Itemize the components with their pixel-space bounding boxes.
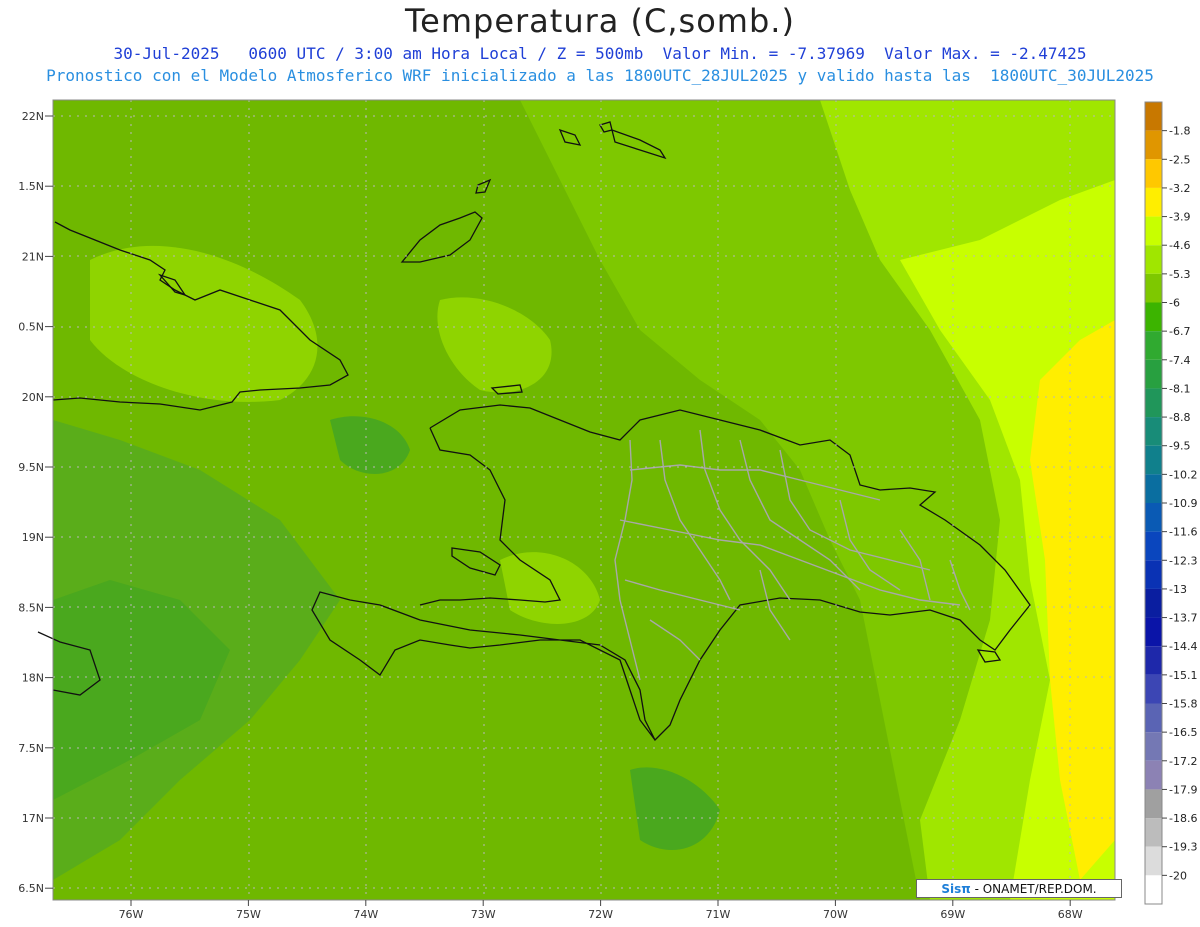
colorbar-swatch	[1145, 445, 1162, 475]
colorbar-swatch	[1145, 273, 1162, 303]
colorbar-label: -8.1	[1169, 382, 1190, 395]
lat-label: 0.5N	[18, 321, 44, 334]
colorbar-swatch	[1145, 531, 1162, 561]
colorbar-label: -8.8	[1169, 411, 1190, 424]
colorbar-swatch	[1145, 846, 1162, 876]
colorbar-swatch	[1145, 388, 1162, 418]
colorbar-swatch	[1145, 732, 1162, 761]
colorbar-label: -13	[1169, 583, 1187, 596]
lat-label: 6.5N	[18, 882, 44, 895]
colorbar-swatch	[1145, 102, 1162, 131]
lat-label: 17N	[22, 812, 44, 825]
colorbar-label: -11.6	[1169, 526, 1197, 539]
colorbar-swatch	[1145, 474, 1162, 503]
lon-label: 69W	[940, 908, 965, 921]
colorbar-label: -16.5	[1169, 726, 1197, 739]
colorbar-swatch	[1145, 703, 1162, 733]
lon-label: 75W	[236, 908, 261, 921]
colorbar-swatch	[1145, 875, 1162, 904]
colorbar-label: -17.2	[1169, 755, 1197, 768]
lon-label: 76W	[119, 908, 144, 921]
colorbar-swatch	[1145, 417, 1162, 446]
lat-label: 8.5N	[18, 601, 44, 614]
colorbar-label: -2.5	[1169, 153, 1190, 166]
colorbar-label: -14.4	[1169, 640, 1197, 653]
colorbar-swatch	[1145, 588, 1162, 618]
colorbar-label: -19.3	[1169, 841, 1197, 854]
colorbar-label: -17.9	[1169, 783, 1197, 796]
colorbar-swatch	[1145, 818, 1162, 847]
colorbar-label: -1.8	[1169, 125, 1190, 138]
lat-label: 21N	[22, 250, 44, 263]
colorbar-swatch	[1145, 674, 1162, 704]
lon-label: 72W	[588, 908, 613, 921]
colorbar-swatch	[1145, 302, 1162, 332]
colorbar-swatch	[1145, 159, 1162, 188]
colorbar-label: -15.8	[1169, 698, 1197, 711]
temperature-field	[53, 100, 1115, 900]
colorbar: -1.8 -2.5 -3.2 -3.9 -4.6 -5.3 -6 -6.7 -7.4 -8.1 -8…	[1144, 101, 1197, 905]
colorbar-label: -15.1	[1169, 669, 1197, 682]
colorbar-swatch	[1145, 646, 1162, 675]
colorbar-label: -4.6	[1169, 239, 1190, 252]
lat-label: 1.5N	[18, 180, 44, 193]
colorbar-label: -7.4	[1169, 354, 1190, 367]
colorbar-swatch	[1145, 331, 1162, 360]
colorbar-label: -18.6	[1169, 812, 1197, 825]
lon-label: 70W	[823, 908, 848, 921]
colorbar-swatch	[1145, 560, 1162, 589]
colorbar-swatch	[1145, 216, 1162, 246]
colorbar-label: -6.7	[1169, 325, 1190, 338]
map-canvas: 22N 1.5N 21N 0.5N 20N 9.5N 19N 8.5N 18N 7.5N 17N 6.…	[18, 99, 1197, 921]
lon-label: 73W	[471, 908, 496, 921]
colorbar-swatch	[1145, 130, 1162, 160]
colorbar-label: -5.3	[1169, 268, 1190, 281]
colorbar-swatch	[1145, 359, 1162, 389]
lon-label: 68W	[1058, 908, 1083, 921]
credit-text: - ONAMET/REP.DOM.	[970, 882, 1097, 896]
lon-labels: 76W 75W 74W 73W 72W 71W 70W 69W 68W	[119, 900, 1083, 921]
colorbar-label: -6	[1169, 297, 1180, 310]
colorbar-swatch	[1145, 789, 1162, 819]
colorbar-label: -20	[1169, 869, 1187, 882]
colorbar-label: -12.3	[1169, 554, 1197, 567]
credit-box: Sisπ - ONAMET/REP.DOM.	[916, 879, 1122, 898]
colorbar-swatch	[1145, 760, 1162, 790]
lat-labels: 22N 1.5N 21N 0.5N 20N 9.5N 19N 8.5N 18N 7.5N 17N 6.…	[18, 110, 53, 895]
lat-label: 18N	[22, 672, 44, 685]
colorbar-label: -10.9	[1169, 497, 1197, 510]
colorbar-label: -9.5	[1169, 440, 1190, 453]
colorbar-swatch	[1145, 617, 1162, 647]
lat-label: 9.5N	[18, 461, 44, 474]
colorbar-swatch	[1145, 245, 1162, 274]
lat-label: 19N	[22, 531, 44, 544]
colorbar-label: -13.7	[1169, 612, 1197, 625]
sispi-logo: Sisπ	[941, 882, 971, 896]
colorbar-label: -3.9	[1169, 211, 1190, 224]
lat-label: 7.5N	[18, 742, 44, 755]
colorbar-swatch	[1145, 187, 1162, 217]
colorbar-swatch	[1145, 503, 1162, 532]
lon-label: 71W	[706, 908, 731, 921]
lon-label: 74W	[353, 908, 378, 921]
colorbar-label: -3.2	[1169, 182, 1190, 195]
lat-label: 20N	[22, 391, 44, 404]
lat-label: 22N	[22, 110, 44, 123]
colorbar-label: -10.2	[1169, 468, 1197, 481]
